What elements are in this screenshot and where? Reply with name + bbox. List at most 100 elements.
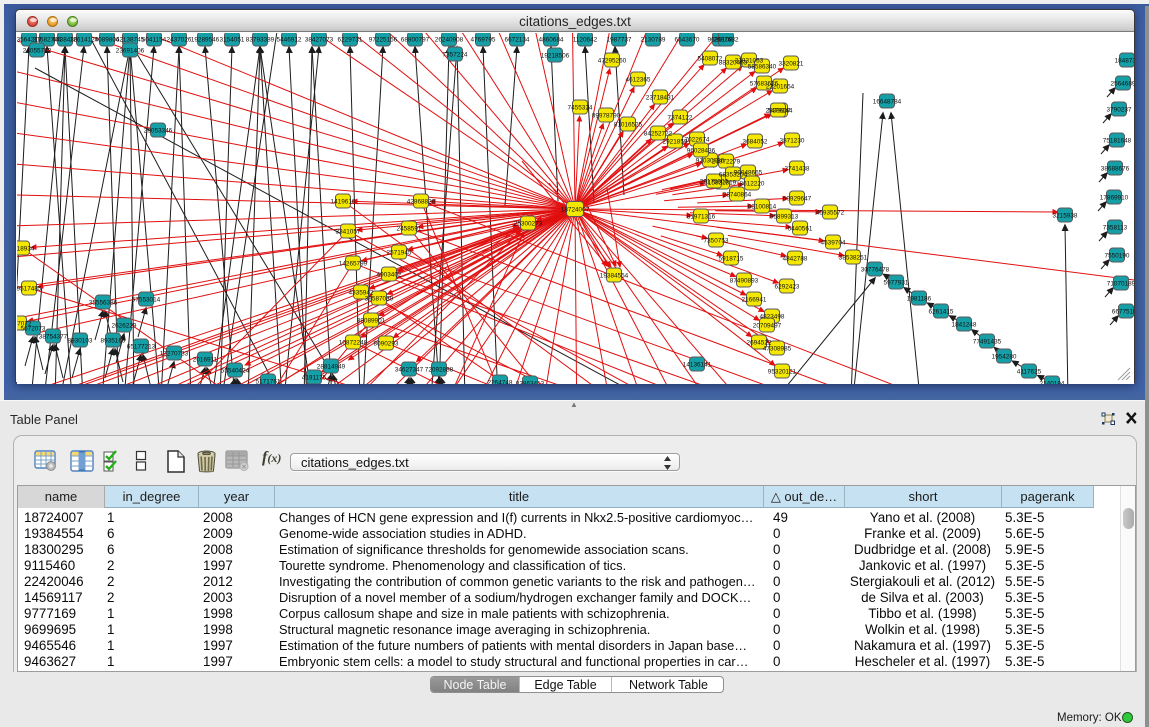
svg-text:28814949: 28814949 (317, 363, 346, 370)
svg-text:6440561: 6440561 (788, 225, 813, 232)
svg-text:89978790: 89978790 (592, 112, 621, 119)
svg-text:25300273: 25300273 (514, 220, 543, 227)
svg-text:30776478: 30776478 (861, 266, 890, 273)
svg-text:88320463: 88320463 (719, 59, 748, 66)
svg-text:57553014: 57553014 (132, 296, 161, 303)
svg-text:26240908: 26240908 (435, 36, 464, 43)
svg-text:68353204: 68353204 (719, 171, 748, 178)
svg-text:83863413: 83863413 (516, 380, 545, 384)
svg-text:24972279: 24972279 (712, 158, 741, 165)
svg-text:18724007: 18724007 (561, 206, 590, 213)
svg-text:58586340: 58586340 (748, 63, 777, 70)
svg-text:89089901: 89089901 (357, 317, 386, 324)
svg-text:2140194: 2140194 (1040, 380, 1065, 384)
svg-text:87490893: 87490893 (730, 277, 759, 284)
svg-text:3215938: 3215938 (1053, 212, 1078, 219)
svg-text:2458591: 2458591 (397, 225, 422, 232)
svg-text:38688676: 38688676 (1101, 165, 1130, 172)
svg-text:7357224: 7357224 (443, 51, 468, 58)
svg-text:19384554: 19384554 (600, 272, 629, 279)
svg-text:23718431: 23718431 (646, 94, 675, 101)
svg-text:38754377: 38754377 (39, 333, 68, 340)
svg-text:3684052: 3684052 (743, 138, 768, 145)
svg-text:5171761: 5171761 (256, 378, 281, 384)
svg-text:28740864: 28740864 (723, 191, 752, 198)
svg-text:4860684: 4860684 (539, 36, 564, 43)
svg-text:19218506: 19218506 (541, 52, 570, 59)
svg-text:81971316: 81971316 (687, 213, 716, 220)
svg-text:2571945: 2571945 (387, 249, 412, 256)
svg-text:34627347: 34627347 (395, 366, 424, 373)
svg-text:1954280: 1954280 (992, 353, 1017, 360)
svg-text:8930103: 8930103 (68, 337, 93, 344)
svg-text:77491435: 77491435 (973, 338, 1002, 345)
svg-text:5672073: 5672073 (21, 325, 46, 332)
svg-text:1120642: 1120642 (573, 36, 598, 43)
svg-text:96028436: 96028436 (687, 147, 716, 154)
svg-text:20709497: 20709497 (753, 322, 782, 329)
svg-text:6672134: 6672134 (505, 36, 530, 43)
svg-text:95899313: 95899313 (770, 213, 799, 220)
svg-text:60929647: 60929647 (783, 195, 812, 202)
svg-text:5418934: 5418934 (17, 245, 35, 252)
svg-text:4117625: 4117625 (1017, 368, 1042, 375)
svg-text:1841248: 1841248 (952, 321, 977, 328)
svg-text:24055712: 24055712 (23, 47, 52, 54)
svg-text:7455324: 7455324 (568, 104, 593, 111)
svg-text:6543670: 6543670 (675, 36, 700, 43)
svg-text:17869910: 17869910 (1100, 194, 1129, 201)
svg-text:63100814: 63100814 (748, 203, 777, 210)
svg-text:22201654: 22201654 (766, 83, 795, 90)
svg-text:81016525: 81016525 (614, 121, 643, 128)
svg-text:65177213: 65177213 (127, 343, 156, 350)
svg-text:68800797: 68800797 (401, 36, 430, 43)
svg-text:5041154: 5041154 (142, 36, 167, 43)
svg-text:47308985: 47308985 (763, 345, 792, 352)
svg-text:35556386: 35556386 (89, 299, 118, 306)
svg-text:2626229: 2626229 (112, 322, 137, 329)
svg-text:1987737: 1987737 (607, 36, 632, 43)
svg-text:2130789: 2130789 (641, 36, 666, 43)
svg-text:14136141: 14136141 (683, 361, 712, 368)
svg-text:3790237: 3790237 (1107, 106, 1132, 113)
svg-text:75181648: 75181648 (1103, 137, 1132, 144)
svg-text:2564689: 2564689 (1111, 80, 1134, 87)
svg-text:55540424: 55540424 (221, 367, 250, 374)
svg-text:39587039: 39587039 (365, 295, 394, 302)
svg-text:8935169: 8935169 (101, 337, 126, 344)
svg-text:1981186: 1981186 (907, 295, 932, 302)
svg-text:38427073: 38427073 (305, 36, 334, 43)
svg-text:17270733: 17270733 (160, 350, 189, 357)
svg-text:7350753: 7350753 (704, 237, 729, 244)
svg-text:5977931: 5977931 (884, 279, 909, 286)
svg-text:4612365: 4612365 (626, 76, 651, 83)
svg-text:16648784: 16648784 (873, 98, 902, 105)
svg-text:6229731: 6229731 (338, 36, 363, 43)
svg-text:2166941: 2166941 (742, 296, 767, 303)
svg-text:7550190: 7550190 (1105, 252, 1130, 259)
svg-text:2016911: 2016911 (193, 356, 218, 363)
svg-text:6261415: 6261415 (929, 308, 954, 315)
svg-text:2839607: 2839607 (766, 107, 791, 114)
svg-text:83793389: 83793389 (246, 36, 275, 43)
svg-text:66775103: 66775103 (1112, 308, 1134, 315)
svg-text:84252722: 84252722 (644, 130, 673, 137)
svg-text:29053346: 29053346 (144, 127, 173, 134)
svg-text:4903402: 4903402 (377, 271, 402, 278)
svg-text:47295260: 47295260 (598, 57, 627, 64)
svg-text:1419610: 1419610 (331, 198, 356, 205)
svg-text:5918715: 5918715 (719, 255, 744, 262)
svg-text:3154051: 3154051 (220, 36, 245, 43)
svg-text:72092888: 72092888 (425, 366, 454, 373)
svg-text:2921859: 2921859 (663, 138, 688, 145)
svg-text:4842788: 4842788 (783, 255, 808, 262)
svg-text:2437026: 2437026 (167, 36, 192, 43)
svg-text:38538251: 38538251 (839, 254, 868, 261)
svg-text:4191175: 4191175 (302, 374, 327, 381)
svg-text:2264748: 2264748 (488, 379, 513, 384)
svg-text:3741438: 3741438 (785, 165, 810, 172)
svg-text:4823498: 4823498 (760, 313, 785, 320)
svg-text:7022674: 7022674 (685, 136, 710, 143)
svg-text:2687682: 2687682 (714, 36, 739, 43)
svg-text:14265799: 14265799 (339, 260, 368, 267)
